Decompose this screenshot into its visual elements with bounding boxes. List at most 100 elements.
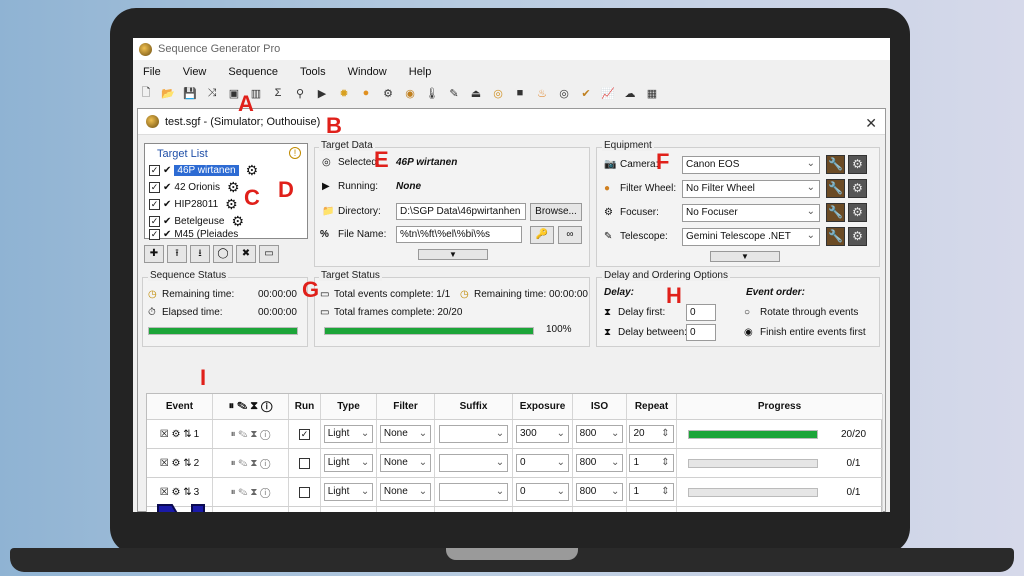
wrench-icon[interactable]: 🔧: [826, 179, 845, 198]
expand-chevron-icon[interactable]: ▼: [418, 249, 488, 260]
run-checkbox[interactable]: [299, 457, 310, 469]
filter-select[interactable]: None ⌄: [379, 454, 432, 472]
move-down-icon[interactable]: ⭳: [190, 245, 210, 263]
filter-select[interactable]: None ⌄: [379, 425, 432, 443]
browse-button[interactable]: Browse...: [530, 203, 582, 221]
delay-between-stepper[interactable]: 0: [686, 324, 716, 341]
menu-window[interactable]: Window: [348, 66, 387, 78]
radio-rotate[interactable]: ○: [744, 307, 750, 318]
gear-icon[interactable]: ⚙: [227, 179, 240, 196]
settings-icon[interactable]: ⚙: [381, 86, 395, 100]
menu-help[interactable]: Help: [409, 66, 432, 78]
search-icon[interactable]: ⚲: [293, 86, 307, 100]
sigma-icon[interactable]: Σ: [271, 86, 285, 100]
gear-icon[interactable]: ✹: [337, 86, 351, 100]
target-list-item[interactable]: ✓ ✔ 42 Orionis ⚙: [149, 179, 240, 195]
connect-gear-icon[interactable]: ⚙: [848, 155, 867, 174]
target-list-item[interactable]: ✓ ✔ Betelgeuse ⚙: [149, 213, 244, 229]
type-select[interactable]: Light ⌄: [323, 454, 374, 472]
telescope-icon[interactable]: ✎: [447, 86, 461, 100]
wrench-icon[interactable]: 🔧: [826, 155, 845, 174]
connect-gear-icon[interactable]: ⚙: [848, 179, 867, 198]
event-icons[interactable]: ☒ ⚙ ⇅: [160, 487, 192, 498]
chart-icon[interactable]: 📈: [601, 86, 615, 100]
run-checkbox[interactable]: ✓: [299, 428, 310, 440]
event-icons[interactable]: ☒ ⚙ ⇅: [160, 458, 192, 469]
delete-icon[interactable]: ✖: [236, 245, 256, 263]
save-icon[interactable]: 💾: [183, 86, 197, 100]
iso-select[interactable]: 800 ⌄: [575, 454, 624, 472]
open-icon[interactable]: 📂: [161, 86, 175, 100]
delay-first-stepper[interactable]: 0: [686, 304, 716, 321]
table-row[interactable]: ☒ ⚙ ⇅ 1 ⏸ ✎ ⧗ ⓘ ✓ Light ⌄ None ⌄ ⌄ 300 ⌄ 800 ⌄ 20 ⇕ 20…: [147, 420, 883, 449]
focus-icon[interactable]: ●: [359, 86, 373, 100]
checkbox[interactable]: ✓: [149, 228, 160, 240]
new-icon[interactable]: 🗋: [139, 86, 153, 100]
play-icon[interactable]: ▶: [315, 86, 329, 100]
checkbox[interactable]: ✓: [149, 198, 160, 210]
table-row[interactable]: ☒ ⚙ ⇅ 3 ⏸ ✎ ⧗ ⓘ Light ⌄ None ⌄ ⌄ 0 ⌄ 800 ⌄ 1 ⇕ 0/1: [147, 478, 883, 507]
target-list-item[interactable]: ✓ ✔ M45 (Pleiades: [149, 228, 238, 240]
type-select[interactable]: Light ⌄: [323, 425, 374, 443]
wrench-icon[interactable]: 🔧: [826, 227, 845, 246]
calculator-icon[interactable]: ▦: [645, 86, 659, 100]
focuser-select[interactable]: No Focuser ⌄: [682, 204, 820, 222]
event-icons[interactable]: ☒ ⚙ ⇅: [160, 429, 192, 440]
key-icon[interactable]: 🔑: [530, 226, 554, 244]
camera-icon[interactable]: ■: [513, 86, 527, 100]
check-icon[interactable]: ✔: [579, 86, 593, 100]
collapse-icon[interactable]: ▭: [259, 245, 279, 263]
table-row[interactable]: ☒ ⚙ ⇅ 2 ⏸ ✎ ⧗ ⓘ Light ⌄ None ⌄ ⌄ 0 ⌄ 800 ⌄ 1 ⇕ 0/1: [147, 449, 883, 478]
repeat-stepper[interactable]: 20 ⇕: [629, 425, 674, 443]
weather-icon[interactable]: ☁: [623, 86, 637, 100]
repeat-stepper[interactable]: 1 ⇕: [629, 483, 674, 501]
menu-view[interactable]: View: [183, 66, 207, 78]
iso-select[interactable]: 800 ⌄: [575, 483, 624, 501]
flat-icon[interactable]: ◉: [403, 86, 417, 100]
info-icon[interactable]: !: [289, 147, 301, 159]
gear-icon[interactable]: ⚙: [225, 196, 238, 213]
checkbox[interactable]: ✓: [149, 164, 160, 176]
target-icon[interactable]: ◎: [557, 86, 571, 100]
telescope-select[interactable]: Gemini Telescope .NET ⌄: [682, 228, 820, 246]
disabled-circle-icon[interactable]: ◯: [213, 245, 233, 263]
target-list-item[interactable]: ✓ ✔ HIP28011 ⚙: [149, 196, 238, 212]
glasses-icon[interactable]: ∞: [558, 226, 582, 244]
iso-select[interactable]: 800 ⌄: [575, 425, 624, 443]
connect-gear-icon[interactable]: ⚙: [848, 227, 867, 246]
filename-field[interactable]: %tn\%ft\%el\%bi\%s: [396, 226, 522, 243]
radio-finish[interactable]: ◉: [744, 327, 753, 338]
checkbox[interactable]: ✓: [149, 181, 160, 193]
expand-chevron-icon[interactable]: ▼: [710, 251, 780, 262]
directory-field[interactable]: D:\SGP Data\46pwirtanhen: [396, 203, 526, 220]
shuffle-icon[interactable]: ⤨: [205, 86, 219, 100]
flame-icon[interactable]: ♨: [535, 86, 549, 100]
menu-tools[interactable]: Tools: [300, 66, 326, 78]
checkbox[interactable]: ✓: [149, 215, 160, 227]
wrench-icon[interactable]: 🔧: [826, 203, 845, 222]
target-list-item[interactable]: ✓ ✔ 46P wirtanen ⚙: [149, 162, 258, 178]
suffix-select[interactable]: ⌄: [438, 483, 509, 501]
exposure-select[interactable]: 0 ⌄: [515, 454, 570, 472]
type-select[interactable]: Light ⌄: [323, 483, 374, 501]
close-icon[interactable]: ✕: [865, 115, 877, 132]
run-checkbox[interactable]: [299, 486, 310, 498]
gear-icon[interactable]: ⚙: [246, 162, 259, 179]
move-up-icon[interactable]: ⭱: [167, 245, 187, 263]
filter-wheel-select[interactable]: No Filter Wheel ⌄: [682, 180, 820, 198]
table-row[interactable]: ☒ ⚙ ⇅ 4⏸ ✎ ⧗ ⓘLight⌄None⌄⌄0⌄800⌄1⇕0/1: [147, 507, 883, 512]
add-target-icon[interactable]: ✚: [144, 245, 164, 263]
suffix-select[interactable]: ⌄: [438, 454, 509, 472]
menu-file[interactable]: File: [143, 66, 161, 78]
exposure-select[interactable]: 0 ⌄: [515, 483, 570, 501]
gear-icon[interactable]: ⚙: [231, 213, 244, 230]
suffix-select[interactable]: ⌄: [438, 425, 509, 443]
menu-sequence[interactable]: Sequence: [228, 66, 278, 78]
connect-gear-icon[interactable]: ⚙: [848, 203, 867, 222]
camera-select[interactable]: Canon EOS ⌄: [682, 156, 820, 174]
dome-icon[interactable]: ⏏: [469, 86, 483, 100]
filter-select[interactable]: None ⌄: [379, 483, 432, 501]
thermometer-icon[interactable]: 🌡: [425, 86, 439, 100]
repeat-stepper[interactable]: 1 ⇕: [629, 454, 674, 472]
exposure-select[interactable]: 300 ⌄: [515, 425, 570, 443]
